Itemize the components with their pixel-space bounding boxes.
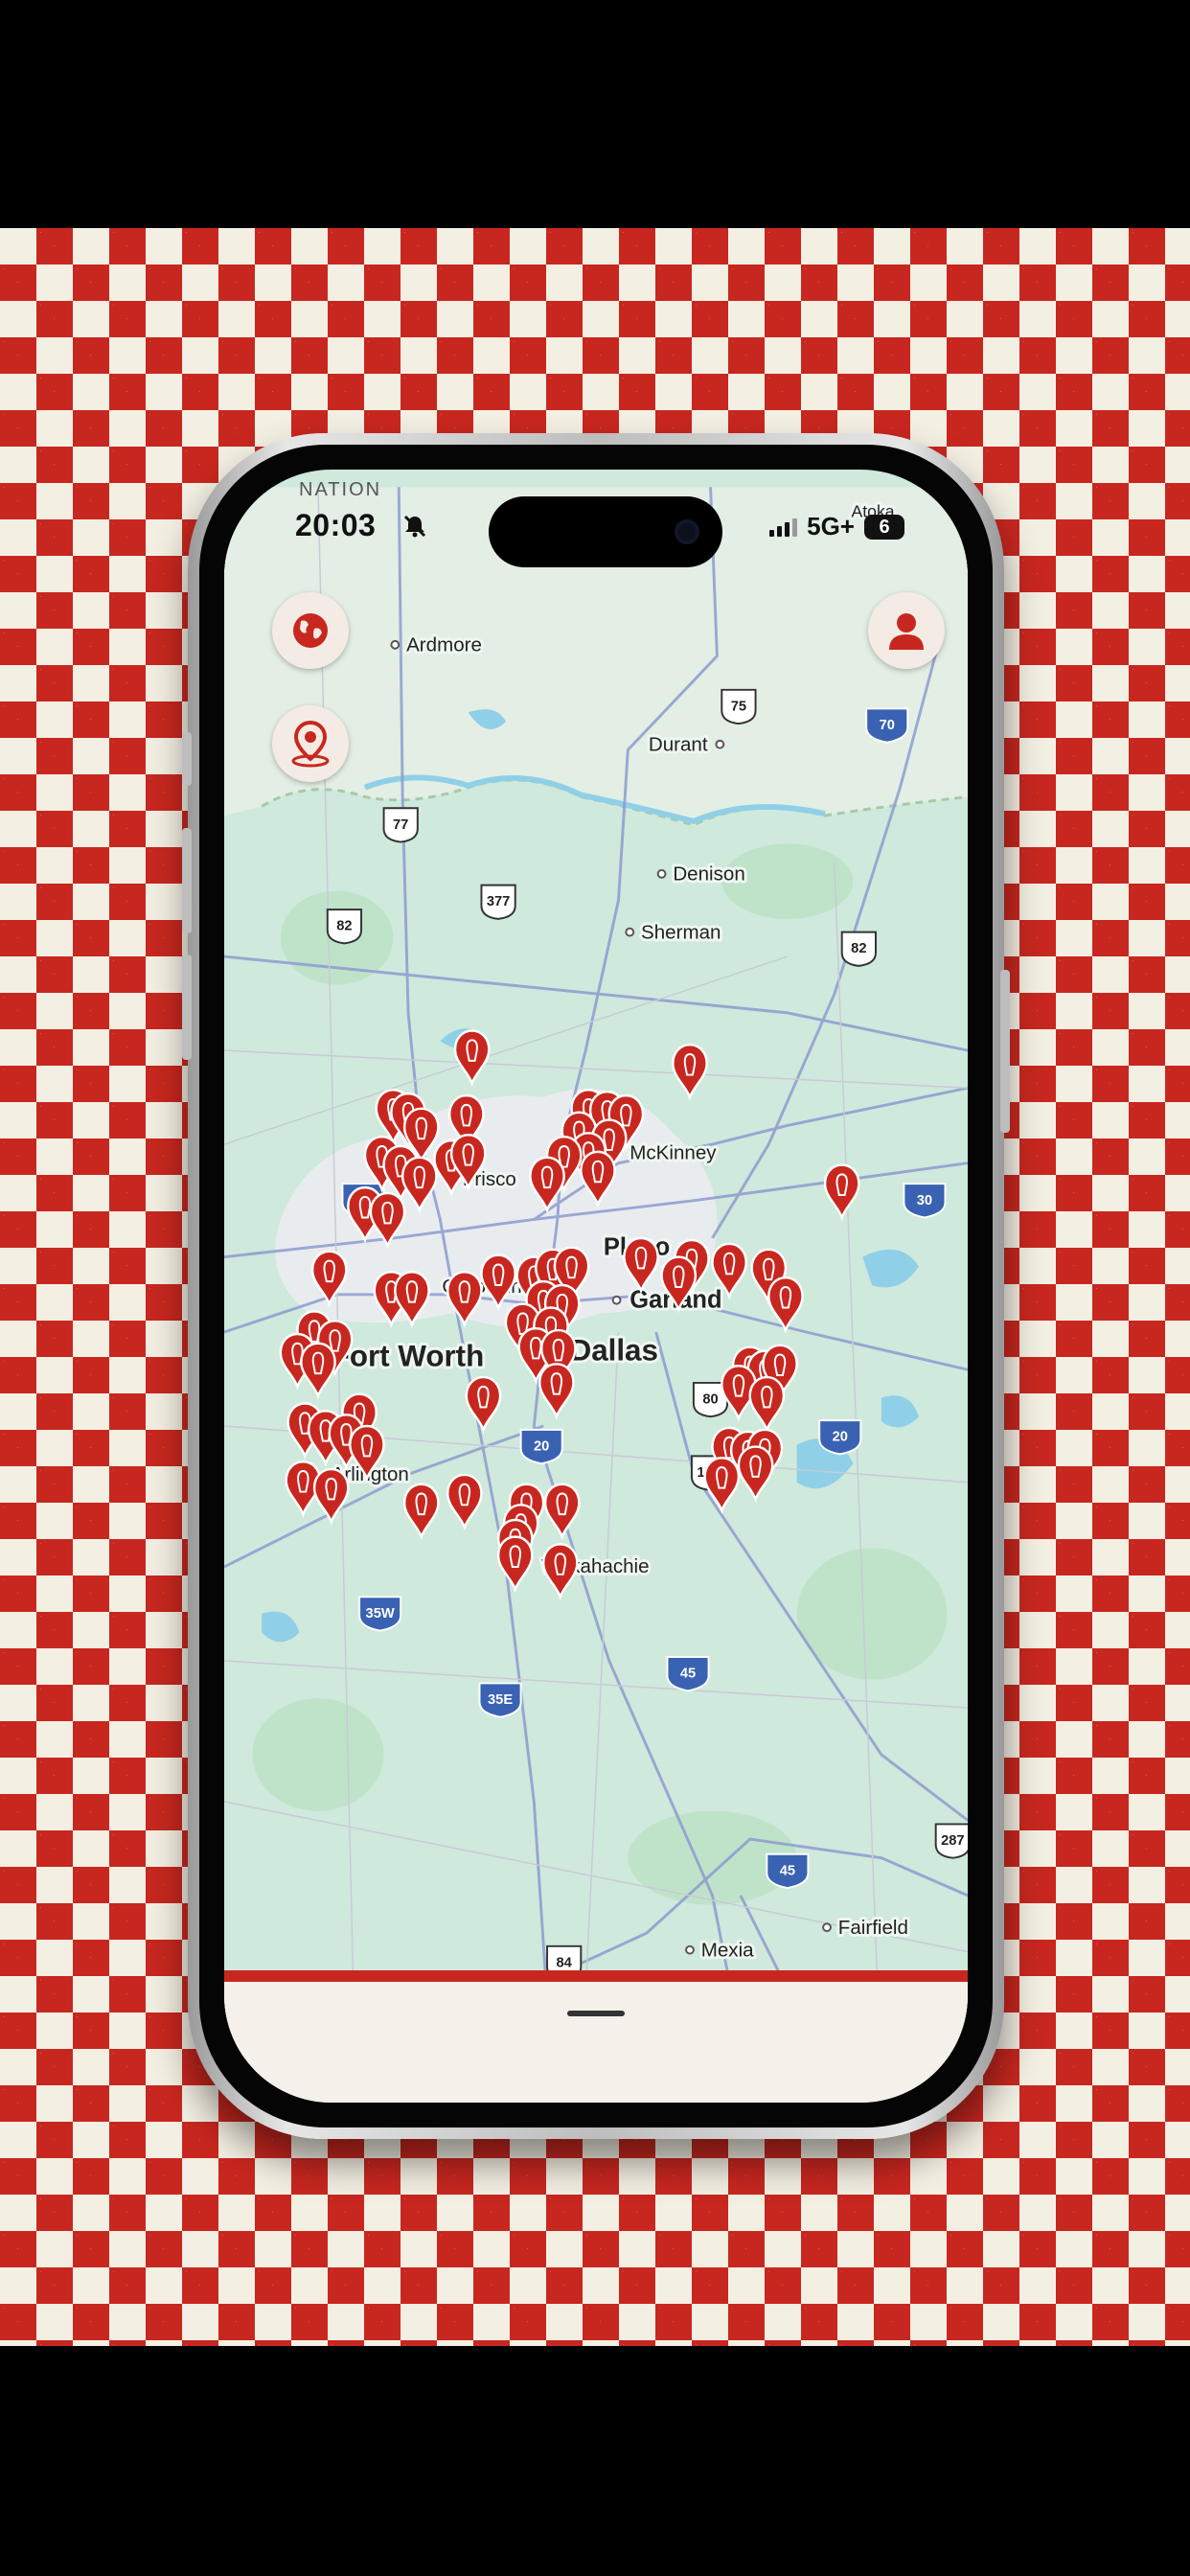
highway-number: 80 [702, 1392, 718, 1407]
camera-icon [675, 519, 699, 544]
place-label: Durant [649, 734, 708, 756]
carrier-label: NATION [299, 479, 382, 500]
highway-number: 82 [851, 941, 866, 956]
volume-down-button [182, 954, 192, 1060]
place-label: Mexia [701, 1940, 754, 1962]
status-time: 20:03 [295, 508, 377, 542]
highway-shield: 30 [903, 1183, 947, 1219]
drag-handle[interactable] [567, 2011, 625, 2016]
volume-up-button [182, 828, 192, 933]
place-label: Denison [673, 863, 744, 886]
bottom-sheet[interactable] [224, 1970, 968, 2103]
place-label: McKinney [629, 1142, 717, 1164]
location-button[interactable] [272, 705, 349, 782]
place-label: Fort Worth [332, 1339, 485, 1372]
highway-number: 377 [487, 894, 511, 909]
highway-shield: 75 [721, 688, 757, 725]
silent-bell-icon [403, 515, 426, 538]
profile-button[interactable] [868, 592, 945, 669]
highway-shield: 377 [480, 884, 516, 920]
highway-shield: 45 [766, 1852, 810, 1890]
highway-number: 20 [534, 1438, 549, 1454]
network-label: 5G+ [807, 512, 855, 540]
user-icon [889, 613, 924, 650]
highway-shield: 70 [865, 707, 909, 744]
dynamic-island [489, 496, 722, 567]
highway-shield: 35W [358, 1596, 402, 1632]
highway-shield: 77 [382, 807, 419, 843]
highway-number: 35E [488, 1692, 513, 1708]
highway-number: 20 [833, 1430, 848, 1445]
power-button [1000, 970, 1010, 1133]
bezel: Ardmore Durant Denison Sherman McKinney … [199, 445, 993, 2128]
highway-number: 84 [557, 1955, 573, 1970]
highway-number: 77 [393, 817, 408, 833]
location-pin-icon [291, 720, 330, 768]
place-label: Dallas [570, 1333, 658, 1367]
highway-number: 287 [941, 1833, 965, 1849]
globe-icon [293, 613, 328, 648]
highway-shield: 82 [326, 908, 363, 945]
place-label: Fairfield [838, 1917, 908, 1939]
highway-number: 35W [366, 1606, 395, 1622]
highway-number: 75 [731, 699, 746, 714]
place-label: Ardmore [406, 634, 482, 656]
highway-number: 82 [336, 919, 352, 934]
status-indicators: 5G+ 6 [769, 512, 904, 541]
action-button [182, 732, 192, 786]
globe-button[interactable] [272, 592, 349, 669]
highway-number: 70 [880, 718, 895, 733]
highway-shield: 20 [519, 1428, 563, 1465]
highway-number: 45 [680, 1667, 696, 1682]
highway-number: 45 [780, 1863, 795, 1878]
signal-icon [769, 518, 798, 537]
place-label: Sherman [641, 921, 721, 943]
highway-shield: 82 [840, 931, 877, 967]
highway-shield: 35E [478, 1682, 522, 1718]
highway-shield: 20 [818, 1419, 862, 1456]
highway-number: 30 [917, 1193, 932, 1208]
highway-shield: 287 [934, 1823, 968, 1859]
battery-icon: 6 [864, 514, 904, 540]
highway-shield: 45 [666, 1656, 710, 1692]
phone-frame: Ardmore Durant Denison Sherman McKinney … [182, 433, 1010, 2139]
screen: Ardmore Durant Denison Sherman McKinney … [224, 470, 968, 2103]
